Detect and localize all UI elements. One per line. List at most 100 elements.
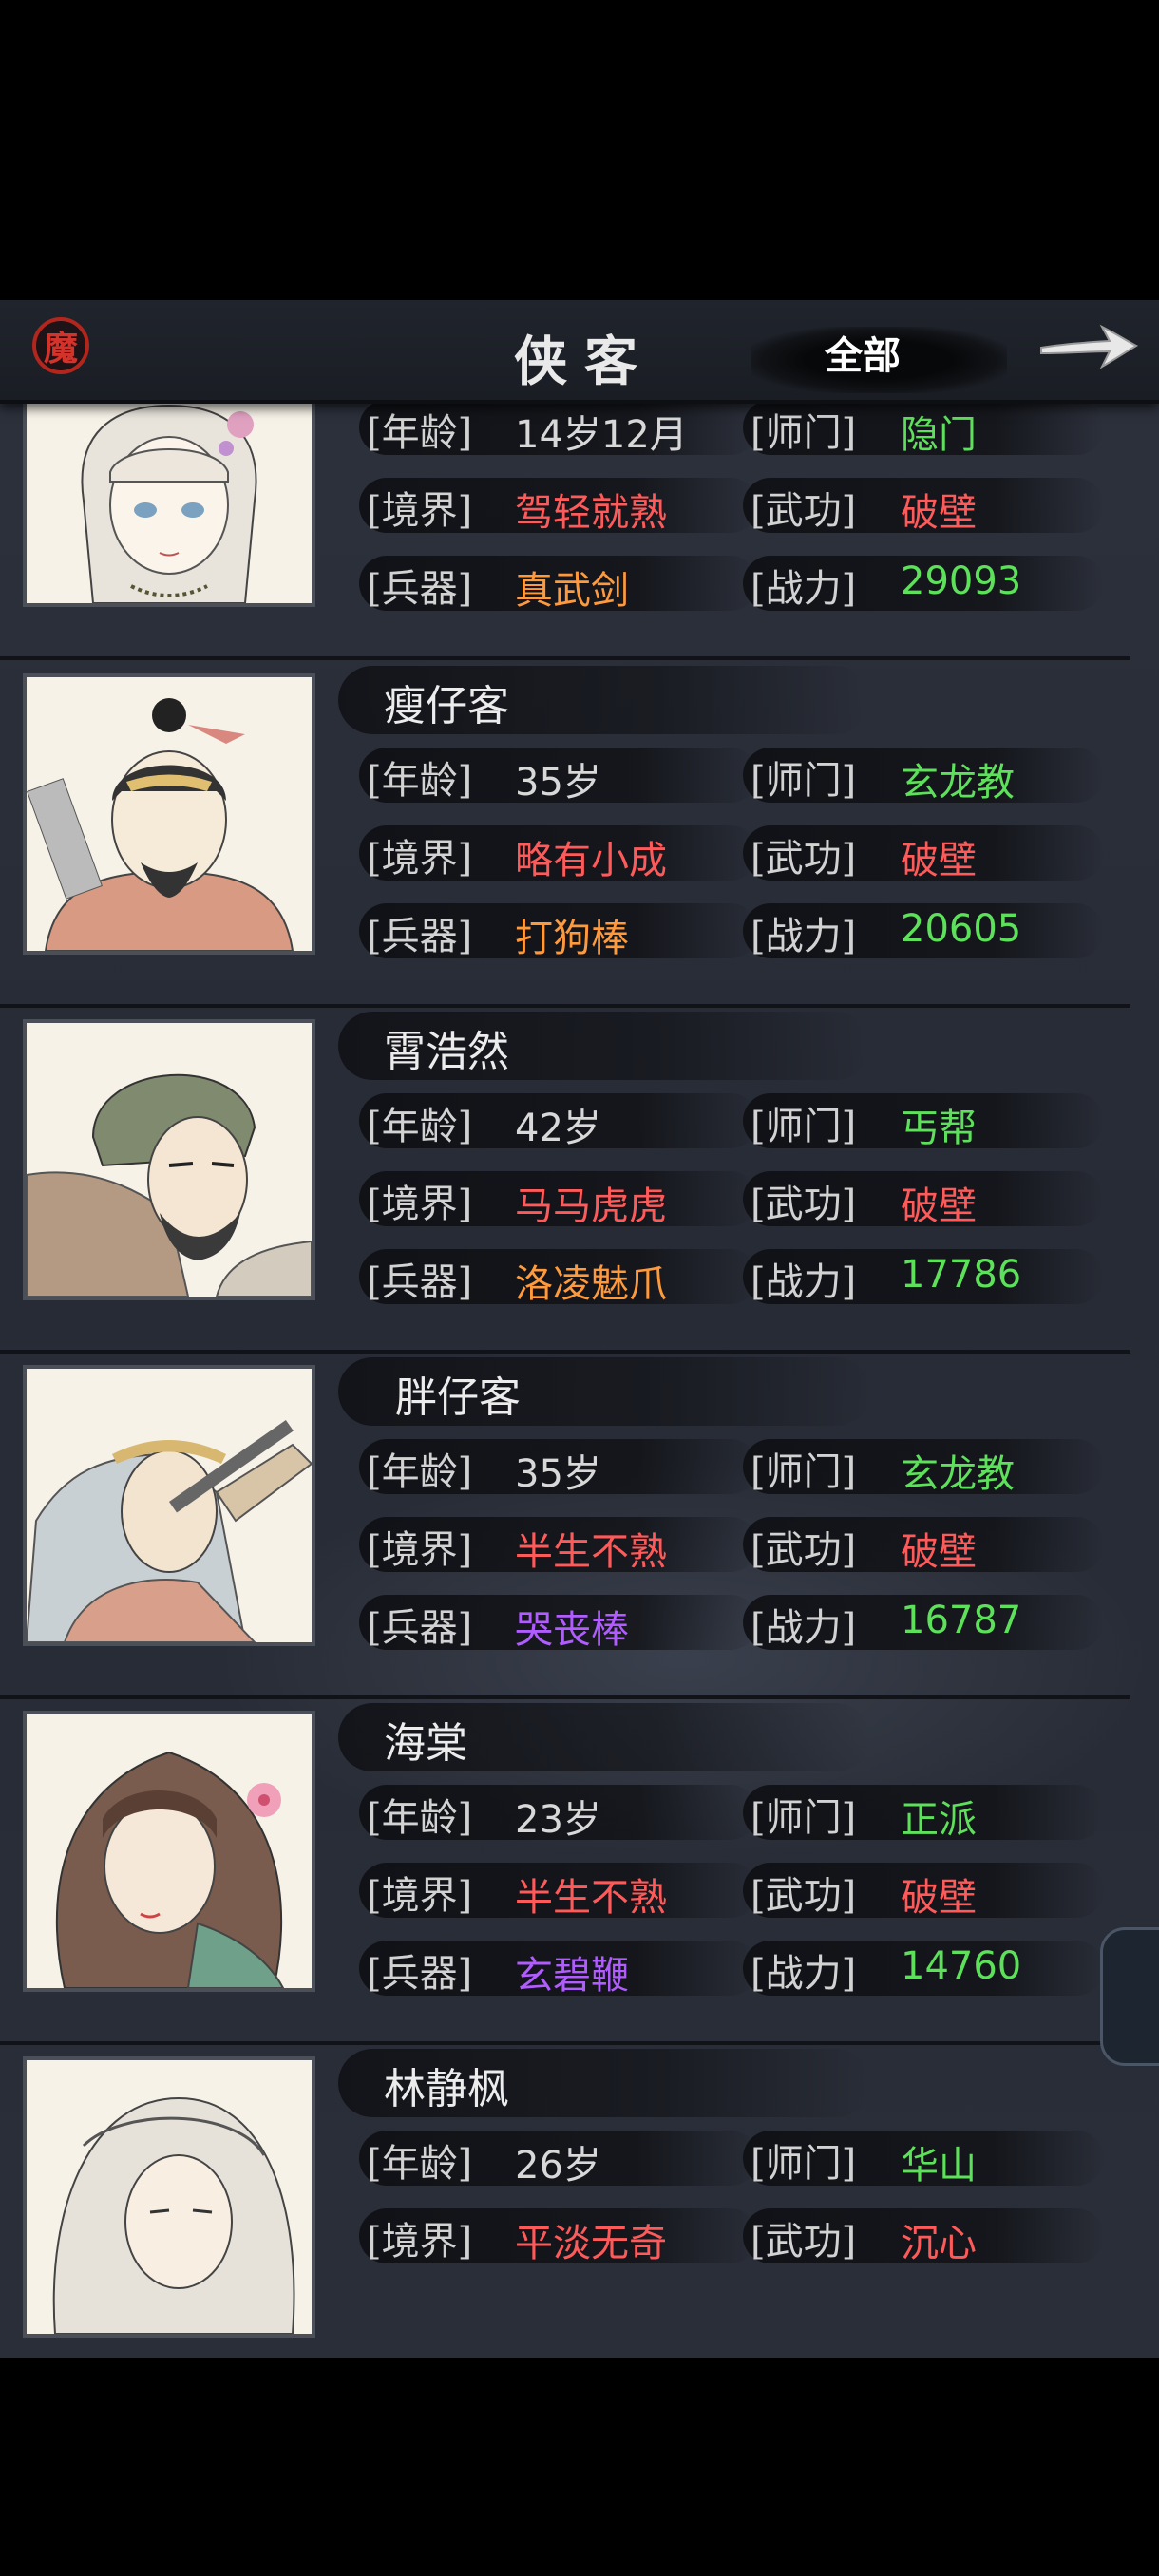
hero-list-screen: 魔 侠客 全部 [年龄] 14岁12月 [师门] 隐门 [境界] 驾轻就熟 [武… [0,300,1159,2358]
header-bar: 魔 侠客 全部 [0,300,1159,404]
sect-label: [师门] [750,1105,857,1148]
age-value: 35岁 [515,761,601,805]
age-label: [年龄] [367,759,473,803]
hero-card[interactable]: 胖仔客 [年龄] 35岁 [师门] 玄龙教 [境界] 半生不熟 [武功] 破壁 … [0,1350,1130,1699]
mo-badge-button[interactable]: 魔 [32,317,89,374]
sect-label: [师门] [750,411,857,455]
realm-value: 平淡无奇 [515,2222,667,2265]
realm-label: [境界] [367,1528,473,1572]
power-label: [战力] [750,915,857,958]
sect-label: [师门] [750,2142,857,2186]
skill-label: [武功] [750,837,857,881]
realm-label: [境界] [367,489,473,533]
power-label: [战力] [750,1260,857,1304]
age-label: [年龄] [367,1105,473,1148]
age-value: 26岁 [515,2144,601,2188]
hero-list[interactable]: 花椒 [年龄] 14岁12月 [师门] 隐门 [境界] 驾轻就熟 [武功] 破壁… [0,404,1159,2358]
weapon-label: [兵器] [367,915,473,958]
skill-label: [武功] [750,1183,857,1226]
power-value: 17786 [901,1253,1022,1297]
hero-card[interactable]: 林静枫 [年龄] 26岁 [师门] 华山 [境界] 平淡无奇 [武功] 沉心 [0,2041,1130,2358]
age-label: [年龄] [367,1450,473,1494]
realm-value: 半生不熟 [515,1876,667,1920]
hero-portrait [23,404,315,607]
weapon-value: 玄碧鞭 [515,1954,629,1998]
power-label: [战力] [750,1952,857,1996]
sect-value: 隐门 [901,413,977,457]
power-value: 14760 [901,1944,1022,1988]
hero-card[interactable]: 花椒 [年龄] 14岁12月 [师门] 隐门 [境界] 驾轻就熟 [武功] 破壁… [0,404,1130,660]
power-label: [战力] [750,1606,857,1650]
filter-dropdown[interactable]: 全部 [796,325,929,380]
swordsman-portrait-icon [27,1369,312,1642]
skill-value: 破壁 [901,839,977,882]
hero-portrait [23,1711,315,1992]
skinny-man-portrait-icon [27,677,312,951]
realm-label: [境界] [367,1874,473,1918]
age-value: 14岁12月 [515,413,688,457]
sect-value: 玄龙教 [901,761,1015,805]
skill-value: 破壁 [901,1184,977,1228]
hero-portrait [23,1365,315,1646]
age-value: 23岁 [515,1798,601,1842]
power-value: 29093 [901,559,1022,603]
power-value: 20605 [901,907,1022,951]
bearded-man-portrait-icon [27,1023,312,1297]
realm-label: [境界] [367,1183,473,1226]
hero-card[interactable]: 霄浩然 [年龄] 42岁 [师门] 丐帮 [境界] 马马虎虎 [武功] 破壁 [… [0,1004,1130,1354]
sect-label: [师门] [750,759,857,803]
hero-portrait [23,1019,315,1300]
power-value: 16787 [901,1599,1022,1642]
weapon-label: [兵器] [367,1952,473,1996]
realm-value: 马马虎虎 [515,1184,667,1228]
realm-label: [境界] [367,837,473,881]
skill-value: 沉心 [901,2222,977,2265]
arrow-right-icon[interactable] [1036,315,1140,376]
weapon-label: [兵器] [367,567,473,611]
hero-name: 胖仔客 [395,1373,521,1422]
sect-value: 正派 [901,1798,977,1842]
white-hair-portrait-icon [27,2060,312,2334]
realm-value: 略有小成 [515,839,667,882]
hero-name: 海棠 [384,1719,467,1768]
realm-value: 半生不熟 [515,1530,667,1574]
sect-label: [师门] [750,1450,857,1494]
side-drawer-tab[interactable] [1100,1927,1159,2066]
age-label: [年龄] [367,2142,473,2186]
skill-value: 破壁 [901,491,977,535]
age-label: [年龄] [367,1796,473,1840]
skill-value: 破壁 [901,1876,977,1920]
weapon-value: 打狗棒 [515,917,629,960]
weapon-label: [兵器] [367,1260,473,1304]
weapon-value: 洛凌魅爪 [515,1262,667,1306]
hero-name: 霄浩然 [384,1028,509,1076]
hero-name: 瘦仔客 [384,682,509,730]
girl-portrait-icon [27,404,312,603]
skill-value: 破壁 [901,1530,977,1574]
sect-value: 丐帮 [901,1107,977,1150]
skill-label: [武功] [750,1528,857,1572]
page-title: 侠客 [514,331,655,393]
age-value: 35岁 [515,1452,601,1496]
weapon-value: 真武剑 [515,569,629,613]
weapon-value: 哭丧棒 [515,1608,629,1652]
weapon-label: [兵器] [367,1606,473,1650]
hero-portrait [23,2056,315,2338]
realm-value: 驾轻就熟 [515,491,667,535]
hero-name: 林静枫 [384,2065,509,2113]
lady-portrait-icon [27,1714,312,1988]
skill-label: [武功] [750,2220,857,2263]
skill-label: [武功] [750,489,857,533]
age-value: 42岁 [515,1107,601,1150]
hero-card[interactable]: 海棠 [年龄] 23岁 [师门] 正派 [境界] 半生不熟 [武功] 破壁 [兵… [0,1695,1130,2045]
sect-label: [师门] [750,1796,857,1840]
hero-portrait [23,673,315,955]
sect-value: 玄龙教 [901,1452,1015,1496]
skill-label: [武功] [750,1874,857,1918]
realm-label: [境界] [367,2220,473,2263]
age-label: [年龄] [367,411,473,455]
bottom-black-area [0,2358,1159,2576]
hero-card[interactable]: 瘦仔客 [年龄] 35岁 [师门] 玄龙教 [境界] 略有小成 [武功] 破壁 … [0,658,1130,1008]
sect-value: 华山 [901,2144,977,2188]
power-label: [战力] [750,567,857,611]
